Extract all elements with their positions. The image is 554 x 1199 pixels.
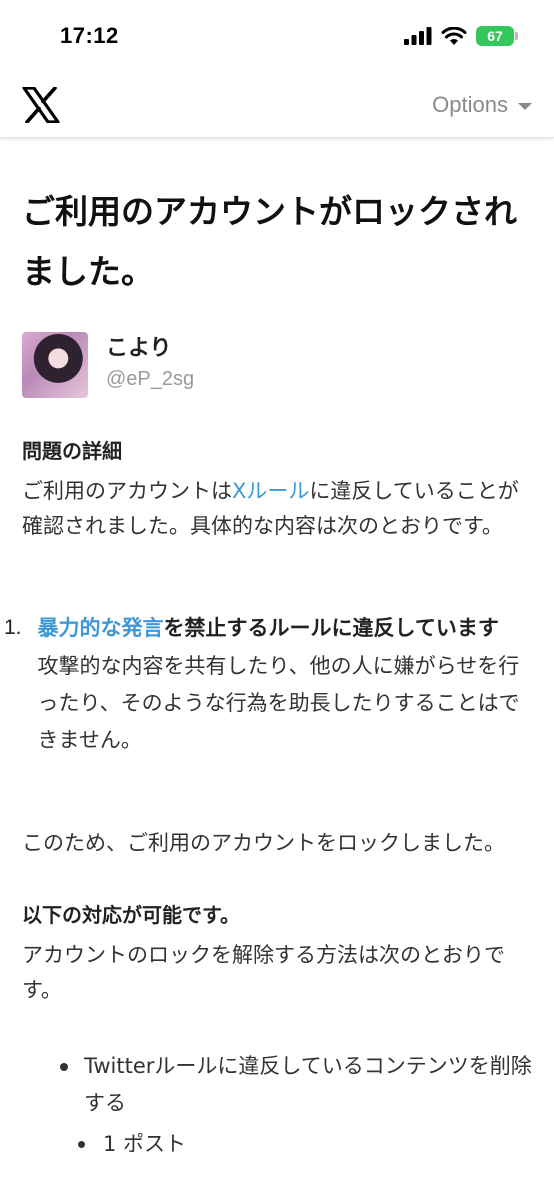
violation-item: 1. 暴力的な発言を禁止するルールに違反しています 攻撃的な内容を共有したり、他…	[4, 610, 532, 759]
problem-text: ご利用のアカウントはXルールに違反していることが確認されました。具体的な内容は次…	[22, 474, 532, 544]
x-rules-link[interactable]: Xルール	[232, 479, 309, 503]
chevron-down-icon	[518, 102, 532, 110]
actions-list: Twitterルールに違反しているコンテンツを削除する	[22, 1048, 532, 1122]
status-bar: 17:12 67	[0, 0, 554, 72]
sub-list-item: 1 ポスト	[22, 1126, 532, 1163]
actions-text: アカウントのロックを解除する方法は次のとおりです。	[22, 943, 505, 1002]
violation-title-rest: を禁止するルールに違反しています	[163, 616, 499, 640]
x-logo-icon[interactable]	[22, 86, 60, 123]
violation-description: 攻撃的な内容を共有したり、他の人に嫌がらせを行ったり、そのような行為を助長したり…	[37, 654, 520, 752]
problem-text-before: ご利用のアカウントは	[22, 479, 232, 503]
bullet-text: Twitterルールに違反しているコンテンツを削除する	[84, 1054, 532, 1115]
main-content: ご利用のアカウントがロックされました。 こより @eP_2sg 問題の詳細 ご利…	[0, 138, 554, 1163]
avatar	[22, 332, 88, 398]
violation-number: 1.	[4, 616, 22, 639]
user-info: こより @eP_2sg	[22, 332, 532, 398]
violation-body: 暴力的な発言を禁止するルールに違反しています 攻撃的な内容を共有したり、他の人に…	[22, 610, 532, 759]
bullet-dot	[60, 1063, 68, 1071]
wifi-icon	[441, 26, 467, 45]
options-label: Options	[432, 91, 508, 117]
sub-bullet-text: 1 ポスト	[103, 1132, 187, 1156]
sub-bullet-dot	[78, 1141, 85, 1148]
violent-speech-link[interactable]: 暴力的な発言	[38, 616, 164, 640]
options-dropdown[interactable]: Options	[432, 92, 532, 118]
header: Options	[0, 72, 554, 138]
locked-text: このため、ご利用のアカウントをロックしました。	[22, 831, 505, 855]
status-icons: 67	[404, 26, 518, 46]
actions-heading: 以下の対応が可能です。	[22, 903, 240, 927]
user-name: こより	[106, 336, 172, 361]
battery-icon: 67	[476, 26, 518, 46]
violation-title: 暴力的な発言を禁止するルールに違反しています	[38, 610, 532, 646]
battery-level: 67	[487, 28, 503, 44]
page-title: ご利用のアカウントがロックされました。	[22, 192, 517, 291]
list-item: Twitterルールに違反しているコンテンツを削除する	[60, 1048, 532, 1122]
problem-heading: 問題の詳細	[22, 439, 122, 463]
user-handle: @eP_2sg	[106, 368, 195, 390]
user-text: こより @eP_2sg	[106, 334, 194, 394]
signal-icon	[404, 27, 432, 45]
status-time: 17:12	[60, 23, 119, 48]
